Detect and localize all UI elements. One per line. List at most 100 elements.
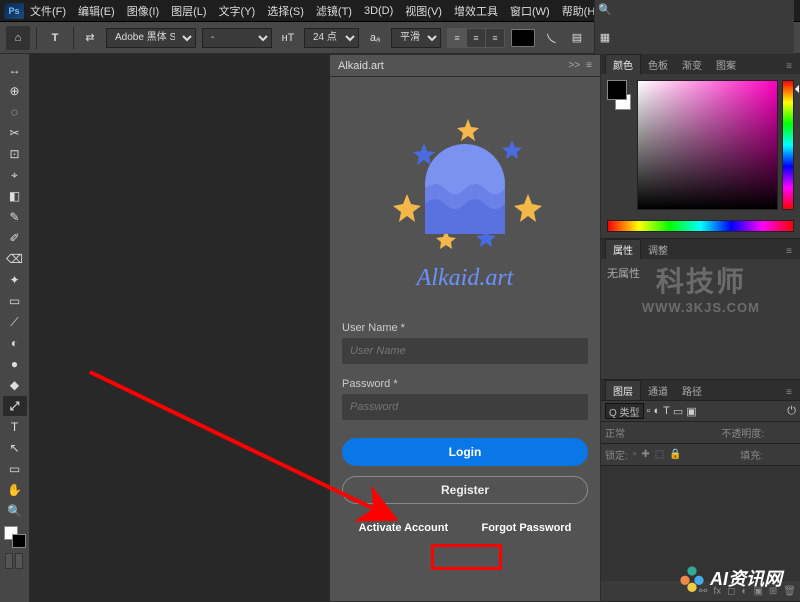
layers-list[interactable] <box>601 466 800 581</box>
tab-swatches[interactable]: 色板 <box>641 55 675 74</box>
tool-gradient[interactable]: ⟋ <box>3 312 27 332</box>
filter-smart-icon[interactable]: ▣ <box>686 405 696 418</box>
layer-filter-kind[interactable]: Q 类型 <box>605 403 644 419</box>
filter-toggle[interactable]: ⏻ <box>787 405 796 418</box>
layer-fx-icon[interactable]: fx <box>713 586 721 597</box>
background-swatch[interactable] <box>12 534 26 548</box>
font-family-select[interactable]: Adobe 黑体 Std <box>106 28 196 48</box>
canvas-area[interactable]: Alkaid.art >> ≡ <box>30 54 576 602</box>
align-right-button[interactable]: ≡ <box>486 29 504 47</box>
tab-adjustments[interactable]: 调整 <box>641 240 675 259</box>
properties-panel-menu-icon[interactable]: ≡ <box>782 244 796 259</box>
filter-adjust-icon[interactable]: ◐ <box>653 405 660 417</box>
delete-layer-icon[interactable]: 🗑 <box>783 586 796 597</box>
antialias-select[interactable]: 平滑 <box>391 28 441 48</box>
hue-slider[interactable] <box>782 80 794 210</box>
menu-type[interactable]: 文字(Y) <box>213 1 262 21</box>
login-button[interactable]: Login <box>342 438 588 466</box>
filter-type-icon[interactable]: T <box>663 405 670 417</box>
plugin-collapse-icon[interactable]: >> <box>568 60 580 71</box>
quickmask-toggle[interactable] <box>5 553 25 573</box>
menu-view[interactable]: 视图(V) <box>399 1 448 21</box>
character-panel-icon[interactable]: ▤ <box>567 28 587 48</box>
tool-hand[interactable]: ▭ <box>3 459 27 479</box>
tool-brush[interactable]: ✐ <box>3 228 27 248</box>
tool-pen[interactable]: ◆ <box>3 375 27 395</box>
tool-history-brush[interactable]: ✦ <box>3 270 27 290</box>
tool-shape[interactable]: ↖ <box>3 438 27 458</box>
filter-shape-icon[interactable]: ▭ <box>673 405 683 418</box>
tab-layers[interactable]: 图层 <box>605 380 641 400</box>
tool-marquee[interactable]: ⊕ <box>3 81 27 101</box>
tool-healing[interactable]: ✎ <box>3 207 27 227</box>
tool-move[interactable]: ↔ <box>3 60 27 80</box>
plugin-titlebar[interactable]: Alkaid.art >> ≡ <box>330 55 600 77</box>
register-button[interactable]: Register <box>342 476 588 504</box>
menu-select[interactable]: 选择(S) <box>261 1 310 21</box>
color-panel-menu-icon[interactable]: ≡ <box>782 59 796 74</box>
color-fg-swatch[interactable] <box>607 80 627 100</box>
font-style-select[interactable]: - <box>202 28 272 48</box>
new-group-icon[interactable]: ▣ <box>753 586 762 597</box>
tool-quickselect[interactable]: ✂ <box>3 123 27 143</box>
tool-crop[interactable]: ⊡ <box>3 144 27 164</box>
lock-label: 锁定: <box>605 447 628 462</box>
tool-zoom[interactable]: ✋ <box>3 480 27 500</box>
spectrum-strip[interactable] <box>607 220 794 232</box>
menu-file[interactable]: 文件(F) <box>24 1 72 21</box>
menu-window[interactable]: 窗口(W) <box>504 1 556 21</box>
menu-plugins[interactable]: 增效工具 <box>448 1 504 21</box>
blend-mode-select[interactable]: 正常 <box>605 425 649 440</box>
app-logo-icon: Ps <box>4 3 24 19</box>
tool-frame[interactable]: ⌖ <box>3 165 27 185</box>
menu-image[interactable]: 图像(I) <box>121 1 165 21</box>
lock-pixels-icon[interactable]: ▫ <box>633 449 637 460</box>
separator <box>36 27 37 49</box>
layer-mask-icon[interactable]: ◻ <box>727 586 735 597</box>
tool-stamp[interactable]: ⌫ <box>3 249 27 269</box>
menu-edit[interactable]: 编辑(E) <box>72 1 121 21</box>
menu-3d[interactable]: 3D(D) <box>358 3 399 19</box>
text-tool-icon: T <box>43 26 67 50</box>
new-layer-icon[interactable]: ⊞ <box>769 586 777 597</box>
color-swatches[interactable] <box>4 526 26 548</box>
search-icon[interactable]: 🔍 <box>595 0 615 20</box>
color-field[interactable] <box>637 80 778 210</box>
forgot-password-link[interactable]: Forgot Password <box>481 522 571 534</box>
plugin-menu-icon[interactable]: ≡ <box>586 60 592 71</box>
orientation-toggle-icon[interactable]: ⇄ <box>80 28 100 48</box>
text-color-swatch[interactable] <box>511 29 535 47</box>
tab-pattern[interactable]: 图案 <box>709 55 743 74</box>
tool-eraser[interactable]: ▭ <box>3 291 27 311</box>
tool-path[interactable]: T <box>3 417 27 437</box>
warp-text-icon[interactable]: 乀 <box>541 28 561 48</box>
layers-panel-menu-icon[interactable]: ≡ <box>782 385 796 400</box>
lock-all-icon[interactable]: 🔒 <box>669 449 681 460</box>
tab-paths[interactable]: 路径 <box>675 381 709 400</box>
menu-layer[interactable]: 图层(L) <box>165 1 212 21</box>
tool-eyedropper[interactable]: ◧ <box>3 186 27 206</box>
home-button[interactable]: ⌂ <box>6 26 30 50</box>
tab-properties[interactable]: 属性 <box>605 239 641 259</box>
tool-type[interactable]: ⤢ <box>3 396 27 416</box>
font-size-select[interactable]: 24 点 <box>304 28 359 48</box>
filter-pixel-icon[interactable]: ▫ <box>647 405 651 417</box>
password-input[interactable] <box>342 394 588 420</box>
tool-dodge[interactable]: ● <box>3 354 27 374</box>
tab-channels[interactable]: 通道 <box>641 381 675 400</box>
tab-color[interactable]: 颜色 <box>605 54 641 74</box>
tab-gradient[interactable]: 渐变 <box>675 55 709 74</box>
tool-blur[interactable]: ◐ <box>3 333 27 353</box>
new-fill-icon[interactable]: ◐ <box>741 586 747 597</box>
username-input[interactable] <box>342 338 588 364</box>
activate-account-link[interactable]: Activate Account <box>359 522 448 534</box>
menu-filter[interactable]: 滤镜(T) <box>310 1 358 21</box>
lock-position-icon[interactable]: ✚ <box>641 449 649 460</box>
link-layers-icon[interactable]: ⚯ <box>699 586 707 597</box>
align-center-button[interactable]: ≡ <box>467 29 485 47</box>
tool-lasso[interactable]: ◌ <box>3 102 27 122</box>
align-left-button[interactable]: ≡ <box>448 29 466 47</box>
tool-more[interactable]: 🔍 <box>3 501 27 521</box>
lock-art-icon[interactable]: ⬚ <box>655 449 664 460</box>
workspace-icon[interactable]: ▦ <box>595 28 615 48</box>
